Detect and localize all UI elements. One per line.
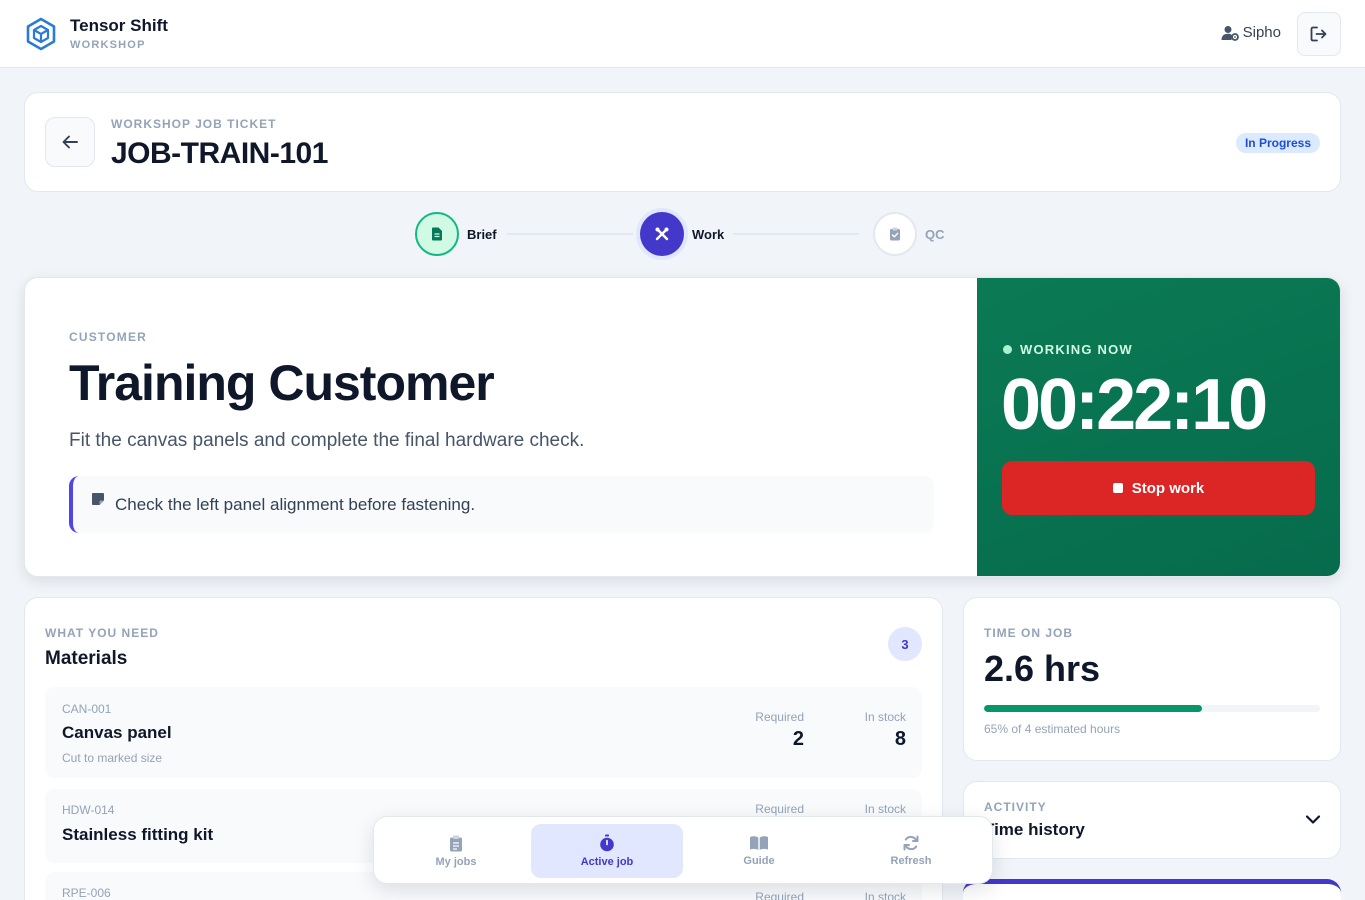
activity-title: Time history bbox=[984, 820, 1085, 839]
step-brief[interactable]: Brief bbox=[415, 212, 497, 256]
time-progress-bar bbox=[984, 705, 1320, 712]
nav-refresh[interactable]: Refresh bbox=[835, 824, 987, 878]
time-on-job-card: TIME ON JOB 2.6 hrs 65% of 4 estimated h… bbox=[963, 597, 1341, 761]
job-note-text: Check the left panel alignment before fa… bbox=[115, 495, 476, 514]
refresh-icon bbox=[903, 835, 919, 851]
job-ticket-card: WORKSHOP JOB TICKET JOB-TRAIN-101 In Pro… bbox=[24, 92, 1341, 192]
job-description: Fit the canvas panels and complete the f… bbox=[69, 430, 585, 451]
in-stock-label: In stock bbox=[864, 802, 906, 816]
in-stock-label: In stock bbox=[864, 710, 906, 724]
brand-name: Tensor Shift bbox=[70, 16, 168, 35]
step-qc-circle bbox=[873, 212, 917, 256]
nav-my-jobs[interactable]: My jobs bbox=[380, 824, 532, 878]
working-now-text: WORKING NOW bbox=[1020, 342, 1133, 357]
required-label: Required bbox=[755, 710, 804, 724]
ticket-eyebrow: WORKSHOP JOB TICKET bbox=[111, 117, 277, 131]
material-required: Required 2 bbox=[755, 710, 804, 751]
material-name: Canvas panel bbox=[62, 723, 172, 742]
clipboard-check-icon bbox=[890, 227, 900, 241]
working-now-label: WORKING NOW bbox=[1003, 342, 1133, 357]
arrow-left-icon bbox=[62, 135, 78, 149]
brand[interactable]: Tensor Shift WORKSHOP bbox=[24, 16, 168, 52]
nav-guide[interactable]: Guide bbox=[683, 824, 835, 878]
logout-button[interactable] bbox=[1297, 12, 1341, 56]
material-note: Cut to marked size bbox=[62, 751, 163, 765]
material-code: HDW-014 bbox=[62, 803, 115, 817]
step-qc[interactable]: QC bbox=[873, 212, 945, 256]
required-value: 2 bbox=[792, 728, 804, 750]
activity-eyebrow: ACTIVITY bbox=[984, 800, 1047, 814]
material-code: CAN-001 bbox=[62, 702, 112, 716]
required-label: Required bbox=[755, 890, 804, 900]
logout-icon bbox=[1310, 26, 1327, 42]
step-work-circle bbox=[640, 212, 684, 256]
step-work[interactable]: Work bbox=[640, 212, 724, 256]
tools-icon bbox=[655, 227, 669, 241]
time-progress-fill bbox=[984, 705, 1203, 712]
bottom-nav: My jobs Active job Guide Refresh bbox=[373, 816, 993, 884]
user-menu[interactable]: Sipho bbox=[1221, 24, 1281, 41]
step-brief-label: Brief bbox=[467, 226, 497, 242]
top-bar: Tensor Shift WORKSHOP Sipho bbox=[0, 0, 1365, 68]
back-button[interactable] bbox=[45, 117, 95, 167]
nav-refresh-label: Refresh bbox=[890, 855, 932, 867]
status-badge: In Progress bbox=[1235, 133, 1320, 153]
next-card-edge bbox=[963, 879, 1341, 900]
material-in-stock: In stock 8 bbox=[865, 710, 906, 751]
material-in-stock: In stock bbox=[865, 890, 906, 900]
required-label: Required bbox=[755, 802, 804, 816]
material-in-stock: In stock bbox=[865, 802, 906, 816]
time-progress-caption: 65% of 4 estimated hours bbox=[984, 722, 1121, 736]
materials-count-badge: 3 bbox=[888, 627, 922, 661]
material-required: Required bbox=[755, 802, 804, 816]
stop-work-button[interactable]: Stop work bbox=[1002, 461, 1315, 515]
job-id: JOB-TRAIN-101 bbox=[111, 137, 328, 170]
document-icon bbox=[432, 227, 442, 241]
live-dot-icon bbox=[1003, 345, 1012, 354]
step-connector bbox=[733, 233, 859, 235]
material-item[interactable]: CAN-001 Canvas panel Cut to marked size … bbox=[45, 687, 922, 778]
in-stock-label: In stock bbox=[864, 890, 906, 900]
cube-logo-icon bbox=[26, 17, 56, 51]
materials-title: Materials bbox=[45, 648, 128, 669]
step-connector bbox=[507, 233, 633, 235]
in-stock-value: 8 bbox=[894, 728, 906, 750]
chevron-down-icon[interactable] bbox=[1304, 810, 1322, 828]
clipboard-icon bbox=[450, 835, 462, 851]
stop-work-label: Stop work bbox=[1131, 479, 1205, 497]
work-timer-panel: WORKING NOW 00:22:10 Stop work bbox=[977, 278, 1340, 576]
time-on-job-eyebrow: TIME ON JOB bbox=[984, 626, 1074, 640]
nav-active-job[interactable]: Active job bbox=[531, 824, 683, 878]
user-gear-icon bbox=[1221, 25, 1239, 41]
job-hero-card: CUSTOMER Training Customer Fit the canva… bbox=[24, 277, 1341, 577]
brand-subtitle: WORKSHOP bbox=[70, 39, 146, 51]
customer-eyebrow: CUSTOMER bbox=[69, 330, 148, 344]
customer-panel: CUSTOMER Training Customer Fit the canva… bbox=[25, 278, 978, 576]
step-qc-label: QC bbox=[925, 226, 945, 242]
customer-name: Training Customer bbox=[69, 355, 495, 411]
activity-card[interactable]: ACTIVITY Time history bbox=[963, 781, 1341, 859]
material-required: Required bbox=[755, 890, 804, 900]
job-note: Check the left panel alignment before fa… bbox=[69, 476, 934, 533]
user-name: Sipho bbox=[1242, 24, 1281, 41]
nav-my-jobs-label: My jobs bbox=[435, 855, 477, 868]
work-timer: 00:22:10 bbox=[1001, 365, 1268, 445]
nav-active-job-label: Active job bbox=[580, 856, 634, 868]
sticky-note-icon bbox=[92, 493, 104, 505]
time-on-job-value: 2.6 hrs bbox=[984, 648, 1101, 689]
nav-guide-label: Guide bbox=[743, 855, 775, 867]
step-brief-circle bbox=[415, 212, 459, 256]
stop-icon bbox=[1112, 483, 1123, 493]
stopwatch-icon bbox=[600, 834, 614, 852]
book-icon bbox=[750, 836, 768, 850]
step-work-label: Work bbox=[692, 226, 725, 242]
material-name: Stainless fitting kit bbox=[62, 825, 214, 844]
materials-eyebrow: WHAT YOU NEED bbox=[45, 626, 159, 640]
material-code: RPE-006 bbox=[62, 886, 111, 900]
